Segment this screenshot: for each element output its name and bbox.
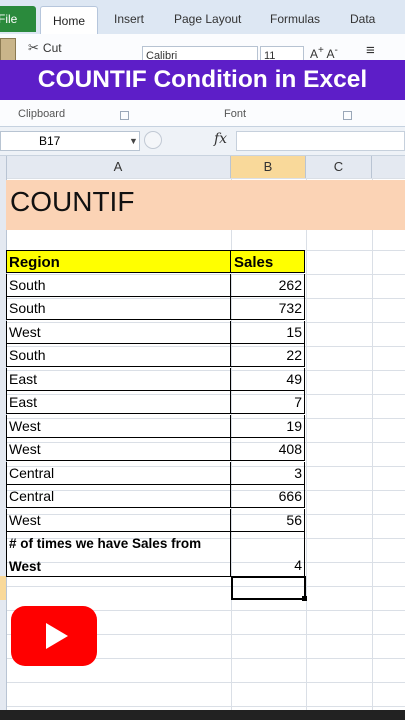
formula-bar: B17 ▼ fx [0, 127, 405, 156]
name-box-value: B17 [39, 134, 61, 148]
table-row-sales[interactable]: 262 [231, 273, 305, 297]
chevron-down-icon[interactable]: ▼ [129, 132, 138, 150]
title-banner: COUNTIF Condition in Excel [0, 60, 405, 100]
table-row-region[interactable]: South [6, 273, 231, 297]
table-row-region[interactable]: South [6, 297, 231, 320]
paste-icon[interactable] [0, 38, 16, 62]
table-row-region[interactable]: South [6, 344, 231, 367]
tab-data[interactable]: Data [350, 6, 375, 32]
cut-button[interactable]: ✂ Cut [28, 40, 62, 56]
formula-input[interactable] [236, 131, 405, 151]
table-row-region[interactable]: Central [6, 485, 231, 508]
table-row-sales[interactable]: 408 [231, 438, 305, 461]
table-row-sales[interactable]: 3 [231, 461, 305, 485]
font-group-label: Font [224, 108, 247, 120]
grid-line [372, 178, 373, 710]
table-row-sales[interactable]: 49 [231, 367, 305, 391]
tab-home[interactable]: Home [40, 6, 98, 34]
increase-font-size-icon[interactable]: A+ A- [310, 45, 338, 61]
banner-title: COUNTIF Condition in Excel [37, 66, 368, 93]
summary-label-line2: West [9, 559, 42, 574]
name-box[interactable]: B17 ▼ [0, 131, 140, 151]
ribbon-tab-bar: File Home Insert Page Layout Formulas Da… [0, 0, 405, 34]
insert-function-icon[interactable]: fx [214, 131, 227, 147]
summary-value-cell[interactable]: 4 [231, 531, 305, 577]
table-row-region[interactable]: West [6, 508, 231, 532]
cut-label: Cut [42, 41, 62, 55]
align-text-icon[interactable]: ≡ [366, 42, 375, 59]
table-row-region[interactable]: East [6, 367, 231, 391]
clipboard-launcher-icon[interactable] [120, 111, 129, 120]
grid-line [306, 178, 307, 710]
row-header-selected[interactable] [0, 576, 6, 600]
tab-formulas[interactable]: Formulas [270, 6, 320, 32]
table-row-sales[interactable]: 22 [231, 344, 305, 367]
table-row-region[interactable]: West [6, 320, 231, 344]
bottom-bar [0, 710, 405, 720]
summary-label-cell[interactable]: # of times we have Sales from West [6, 531, 231, 577]
active-cell-b17[interactable] [231, 576, 306, 600]
table-row-region[interactable]: West [6, 438, 231, 461]
play-icon [46, 623, 68, 649]
column-headers: A B C [0, 156, 405, 179]
table-row-sales[interactable]: 732 [231, 297, 305, 320]
table-row-sales[interactable]: 7 [231, 391, 305, 414]
column-header-c[interactable]: C [306, 156, 372, 178]
table-row-sales[interactable]: 56 [231, 508, 305, 532]
table-row-region[interactable]: West [6, 414, 231, 438]
table-row-region[interactable]: Central [6, 461, 231, 485]
tab-insert[interactable]: Insert [114, 6, 144, 32]
youtube-logo-icon [11, 606, 97, 666]
header-sales[interactable]: Sales [231, 250, 305, 273]
scissors-icon: ✂ [28, 40, 39, 55]
fill-handle[interactable] [302, 596, 307, 601]
table-row-sales[interactable]: 15 [231, 320, 305, 344]
table-row-region[interactable]: East [6, 391, 231, 414]
column-header-a[interactable]: A [6, 156, 231, 178]
summary-label-line1: # of times we have Sales from [9, 536, 202, 551]
tab-page-layout[interactable]: Page Layout [174, 6, 241, 32]
table-row-sales[interactable]: 666 [231, 485, 305, 508]
sheet-title: COUNTIF [10, 186, 135, 217]
font-launcher-icon[interactable] [343, 111, 352, 120]
clipboard-group-label: Clipboard [18, 108, 66, 120]
formula-splitter-icon[interactable] [144, 131, 162, 149]
table-row-sales[interactable]: 19 [231, 414, 305, 438]
tab-file[interactable]: File [0, 6, 36, 32]
header-region[interactable]: Region [6, 250, 231, 273]
column-header-b[interactable]: B [231, 156, 306, 178]
